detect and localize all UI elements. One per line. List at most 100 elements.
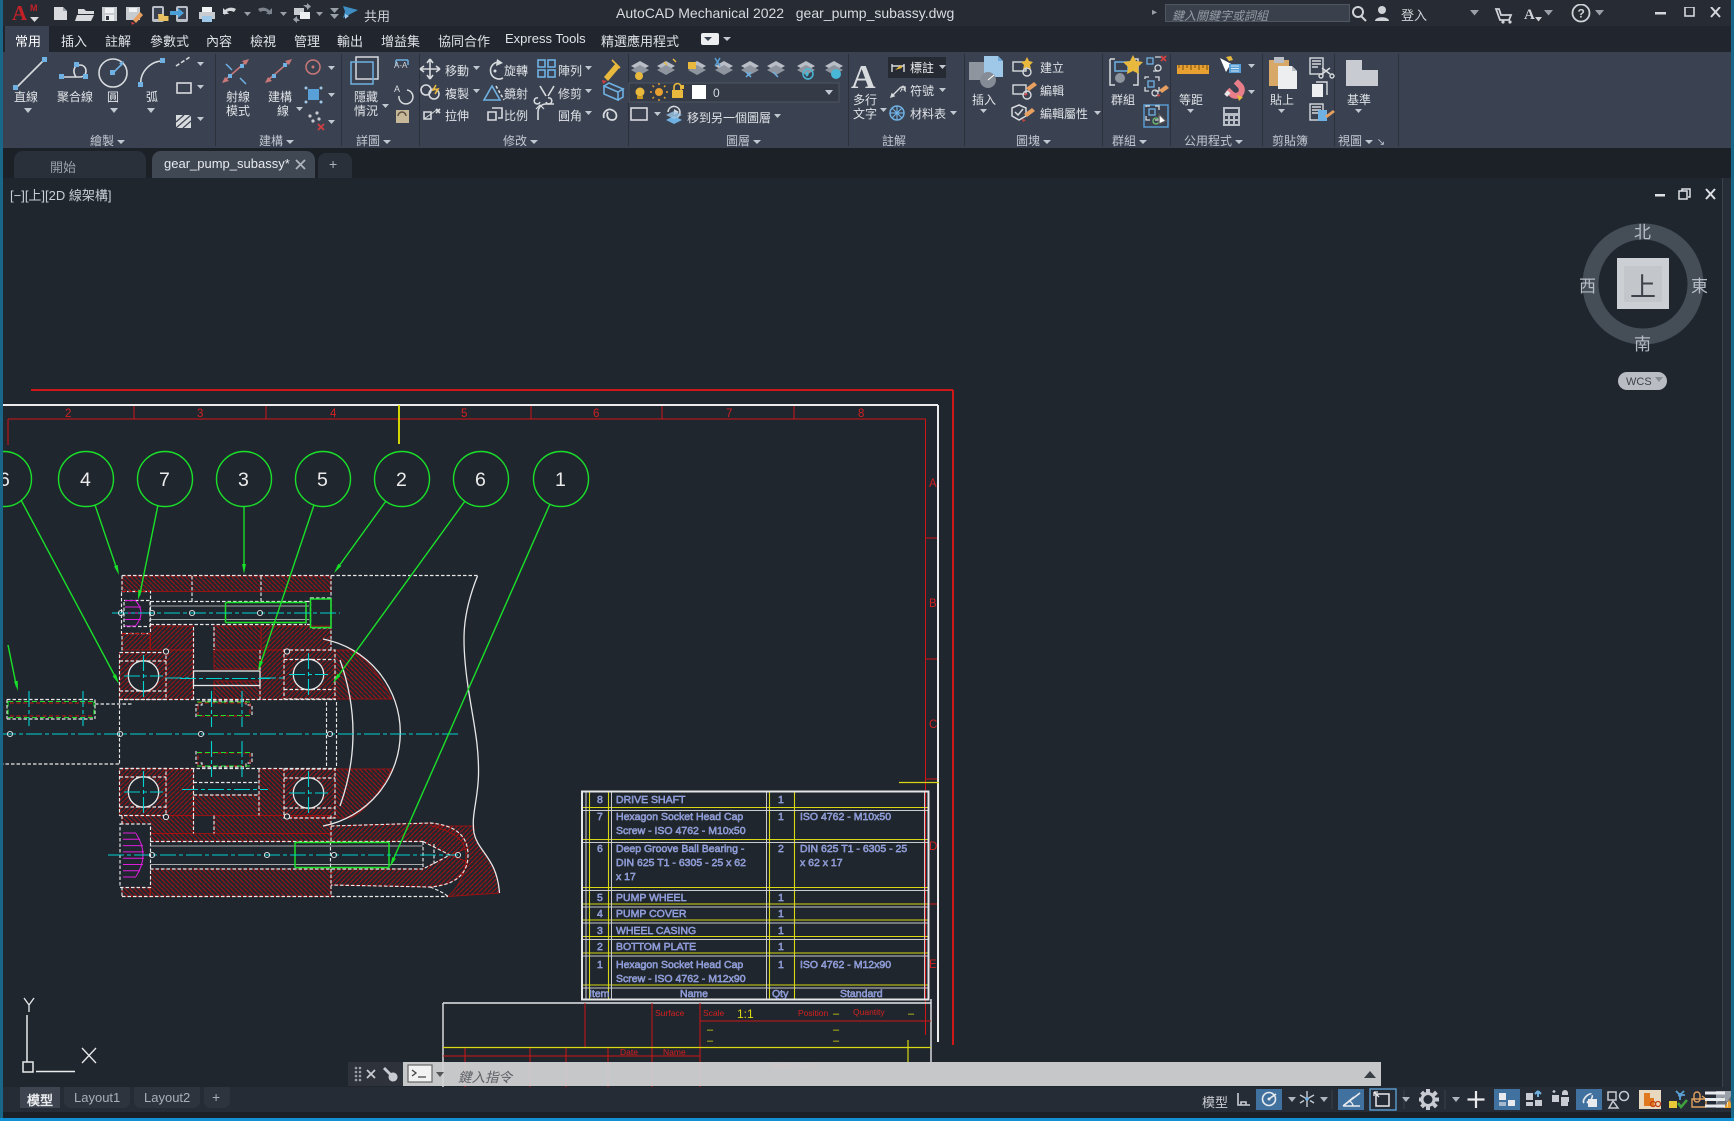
svg-text:7: 7 <box>597 811 603 823</box>
svg-text:1: 1 <box>778 908 784 920</box>
svg-text:Screw - ISO 4762 - M12x90: Screw - ISO 4762 - M12x90 <box>616 973 746 985</box>
svg-text:Scale: Scale <box>703 1008 725 1018</box>
svg-text:A: A <box>851 59 876 96</box>
svg-text:–: – <box>908 1008 915 1020</box>
svg-text:直線: 直線 <box>14 89 38 104</box>
svg-text:3: 3 <box>597 925 603 937</box>
svg-text:4: 4 <box>597 908 603 920</box>
svg-text:圓角: 圓角 <box>558 109 582 123</box>
svg-text:線: 線 <box>277 103 289 118</box>
svg-text:WCS: WCS <box>1626 376 1652 388</box>
svg-text:A: A <box>900 84 906 94</box>
svg-text:1: 1 <box>555 469 566 491</box>
svg-text:Hexagon Socket Head Cap: Hexagon Socket Head Cap <box>616 811 743 823</box>
svg-text:6: 6 <box>593 408 599 420</box>
svg-text:Name: Name <box>663 1047 686 1057</box>
svg-text:6: 6 <box>475 469 486 491</box>
svg-text:Screw - ISO 4762 - M10x50: Screw - ISO 4762 - M10x50 <box>616 825 746 837</box>
svg-text:Quantity: Quantity <box>853 1007 885 1017</box>
svg-text:1: 1 <box>597 959 603 971</box>
svg-text:A: A <box>1524 7 1535 23</box>
svg-text:建構: 建構 <box>268 90 292 104</box>
svg-text:A-A: A-A <box>394 61 408 70</box>
svg-text:符號: 符號 <box>910 83 934 98</box>
svg-text:南: 南 <box>1634 335 1651 354</box>
svg-text:Item: Item <box>589 988 610 1000</box>
svg-text:2: 2 <box>778 843 784 855</box>
svg-text:比例: 比例 <box>504 109 528 123</box>
svg-text:WHEEL CASING: WHEEL CASING <box>616 925 696 937</box>
svg-text:DIN 625 T1 - 6305 - 25: DIN 625 T1 - 6305 - 25 <box>800 843 907 855</box>
svg-text:插入: 插入 <box>972 93 996 107</box>
svg-text:聚合線: 聚合線 <box>57 89 93 104</box>
svg-text:5: 5 <box>461 408 467 420</box>
svg-text:?: ? <box>1578 7 1585 21</box>
svg-text:Qty: Qty <box>772 988 789 1000</box>
svg-text:–: – <box>707 1035 714 1047</box>
svg-text:8: 8 <box>858 408 864 420</box>
svg-text:Deep Groove Ball Bearing -: Deep Groove Ball Bearing - <box>616 843 745 855</box>
svg-text:4: 4 <box>330 408 337 420</box>
svg-text:PUMP WHEEL: PUMP WHEEL <box>616 892 687 904</box>
svg-text:A: A <box>12 1 28 25</box>
svg-text:射線: 射線 <box>226 89 250 104</box>
svg-text:貼上: 貼上 <box>1270 92 1294 107</box>
svg-text:2: 2 <box>65 408 71 420</box>
svg-text:–: – <box>833 1008 840 1020</box>
svg-text:Standard: Standard <box>840 988 883 1000</box>
svg-text:標註: 標註 <box>910 61 934 75</box>
svg-text:5: 5 <box>317 469 328 491</box>
svg-text:Date: Date <box>620 1047 638 1057</box>
svg-text:x 17: x 17 <box>616 871 636 883</box>
svg-text:1: 1 <box>778 941 784 953</box>
svg-text:ISO 4762 - M12x90: ISO 4762 - M12x90 <box>800 959 891 971</box>
svg-text:0: 0 <box>713 86 720 100</box>
svg-text:鏡射: 鏡射 <box>504 86 528 101</box>
svg-text:7: 7 <box>726 408 732 420</box>
svg-text:3: 3 <box>197 408 203 420</box>
svg-text:等距: 等距 <box>1179 93 1203 107</box>
svg-text:群組: 群組 <box>1111 93 1135 107</box>
svg-text:文字: 文字 <box>853 106 877 121</box>
svg-text:1:1: 1:1 <box>737 1007 754 1021</box>
svg-text:情況: 情況 <box>354 103 378 118</box>
svg-text:Position: Position <box>798 1008 829 1018</box>
svg-text:弧: 弧 <box>146 90 158 104</box>
svg-text:拉伸: 拉伸 <box>445 108 469 123</box>
svg-text:ISO 4762 - M10x50: ISO 4762 - M10x50 <box>800 811 891 823</box>
svg-text:DIN 625 T1 - 6305 - 25 x 62: DIN 625 T1 - 6305 - 25 x 62 <box>616 857 746 869</box>
svg-text:隱藏: 隱藏 <box>354 90 378 104</box>
svg-text:M: M <box>30 3 38 13</box>
svg-text:2: 2 <box>597 941 603 953</box>
svg-text:圓: 圓 <box>107 90 119 104</box>
svg-text:東: 東 <box>1691 277 1708 296</box>
svg-text:PUMP COVER: PUMP COVER <box>616 908 687 920</box>
svg-text:Hexagon Socket Head Cap: Hexagon Socket Head Cap <box>616 959 743 971</box>
svg-text:A: A <box>394 84 400 94</box>
svg-text:1: 1 <box>778 794 784 806</box>
svg-text:2: 2 <box>396 469 407 491</box>
svg-text:7: 7 <box>159 469 170 491</box>
svg-text:1: 1 <box>778 925 784 937</box>
svg-text:BOTTOM PLATE: BOTTOM PLATE <box>616 941 696 953</box>
svg-text:材料表: 材料表 <box>910 107 946 121</box>
svg-text:3: 3 <box>238 469 249 491</box>
svg-text:1: 1 <box>778 959 784 971</box>
svg-text:修剪: 修剪 <box>558 86 582 101</box>
svg-text:A: A <box>929 478 937 490</box>
svg-text:5: 5 <box>597 892 603 904</box>
svg-text:旋轉: 旋轉 <box>504 64 528 78</box>
svg-text:DRIVE SHAFT: DRIVE SHAFT <box>616 794 686 806</box>
svg-text:4: 4 <box>80 469 91 491</box>
svg-text:多行: 多行 <box>853 93 877 107</box>
svg-text:x 62 x 17: x 62 x 17 <box>800 857 843 869</box>
svg-text:6: 6 <box>597 843 603 855</box>
svg-text:上: 上 <box>1630 272 1656 302</box>
svg-text:E: E <box>929 959 937 971</box>
svg-text:Surface: Surface <box>655 1008 685 1018</box>
svg-text:複製: 複製 <box>445 86 469 101</box>
svg-text:8: 8 <box>597 794 603 806</box>
svg-text:基準: 基準 <box>1347 92 1371 107</box>
svg-text:模式: 模式 <box>226 104 250 118</box>
svg-text:1: 1 <box>778 892 784 904</box>
